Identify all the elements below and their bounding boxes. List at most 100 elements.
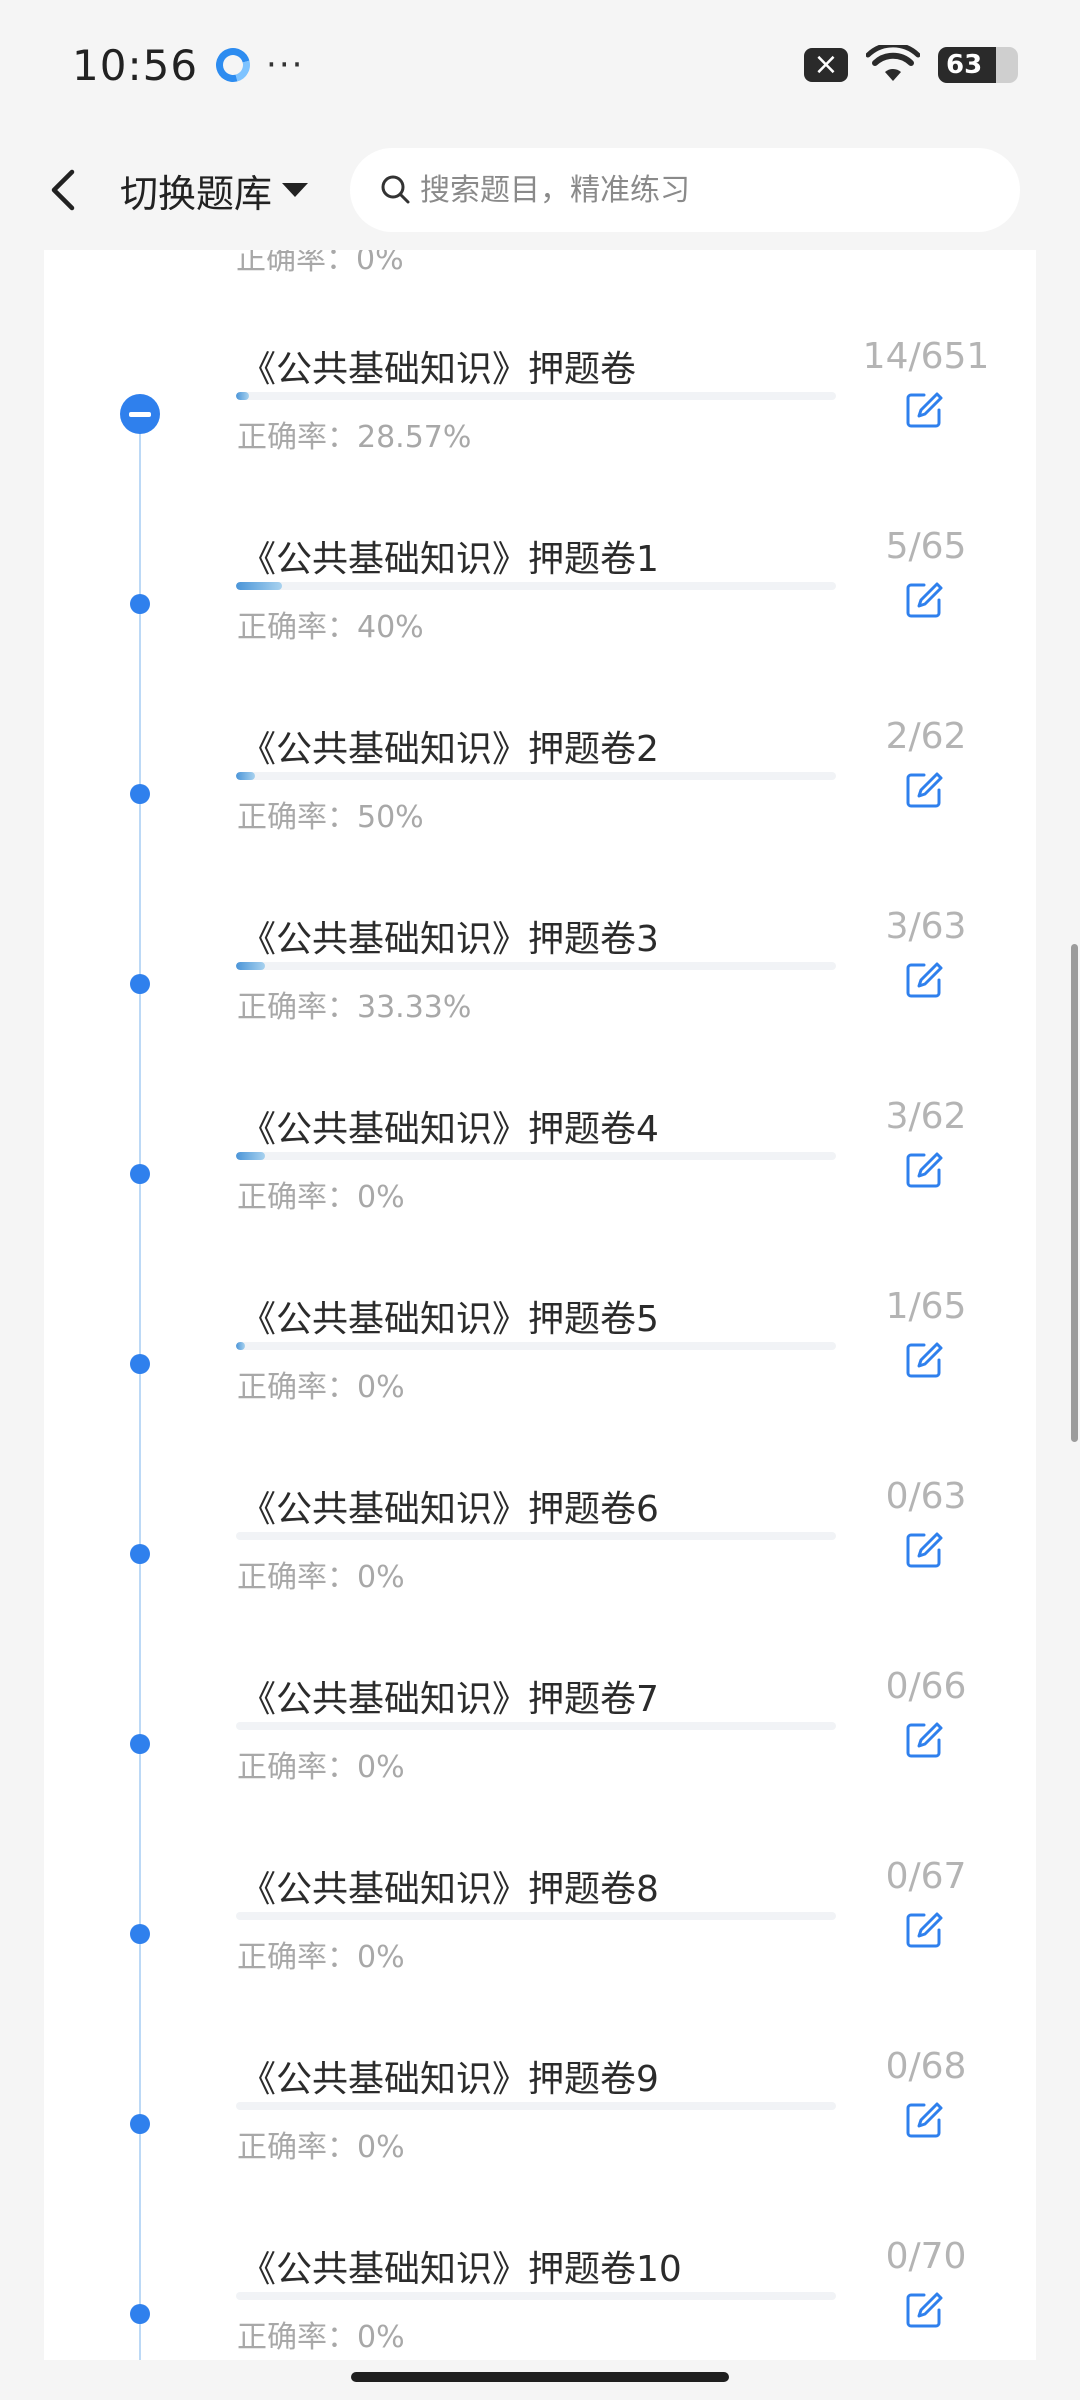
status-indicators: × 63 bbox=[804, 45, 1018, 85]
answered-count: 14/651 bbox=[862, 336, 990, 377]
exam-paper-title: 《公共基础知识》押题卷8 bbox=[240, 1869, 659, 1910]
progress-bar bbox=[236, 392, 836, 400]
edit-icon[interactable] bbox=[904, 1340, 944, 1380]
exam-paper-title: 《公共基础知识》押题卷6 bbox=[240, 1489, 659, 1530]
accuracy-text: 正确率：40% bbox=[237, 610, 424, 645]
exam-paper-title: 《公共基础知识》押题卷9 bbox=[240, 2059, 659, 2100]
timeline-node bbox=[130, 974, 150, 994]
exam-paper-title: 《公共基础知识》押题卷1 bbox=[240, 539, 659, 580]
header: 切换题库 bbox=[0, 130, 1080, 250]
edit-icon[interactable] bbox=[904, 2290, 944, 2330]
progress-bar bbox=[236, 962, 836, 970]
accuracy-text: 正确率：0% bbox=[237, 1940, 405, 1975]
status-time: 10:56 bbox=[72, 40, 199, 90]
exam-paper-item[interactable]: 《公共基础知识》押题卷1 正确率：40% 5/65 bbox=[44, 526, 1036, 720]
scrollbar[interactable] bbox=[1071, 944, 1078, 1442]
answered-count: 1/65 bbox=[885, 1286, 967, 1327]
answered-count: 0/68 bbox=[885, 2046, 967, 2087]
exam-paper-list: 正确率：0% 《公共基础知识》押题卷 正确率：28.57% 14/651 《公共基础知… bbox=[44, 250, 1036, 2360]
timeline-node bbox=[130, 2304, 150, 2324]
exam-paper-item[interactable]: 《公共基础知识》押题卷4 正确率：0% 3/62 bbox=[44, 1096, 1036, 1290]
answered-count: 0/67 bbox=[885, 1856, 967, 1897]
chevron-left-icon[interactable] bbox=[40, 160, 84, 220]
accuracy-text: 正确率：28.57% bbox=[237, 420, 472, 455]
exam-paper-item[interactable]: 《公共基础知识》押题卷2 正确率：50% 2/62 bbox=[44, 716, 1036, 910]
exam-paper-title: 《公共基础知识》押题卷7 bbox=[240, 1679, 659, 1720]
caret-down-icon bbox=[282, 183, 309, 197]
accuracy-text: 正确率：0% bbox=[236, 250, 404, 277]
accuracy-text: 正确率：0% bbox=[237, 2320, 405, 2355]
timeline-node bbox=[130, 1734, 150, 1754]
edit-icon[interactable] bbox=[904, 770, 944, 810]
accuracy-text: 正确率：0% bbox=[237, 1750, 405, 1785]
exam-paper-item[interactable]: 《公共基础知识》押题卷3 正确率：33.33% 3/63 bbox=[44, 906, 1036, 1100]
wifi-icon bbox=[866, 45, 920, 81]
progress-bar bbox=[236, 1342, 836, 1350]
progress-fill bbox=[236, 962, 265, 970]
edit-icon[interactable] bbox=[904, 960, 944, 1000]
timeline-node bbox=[130, 1924, 150, 1944]
exam-paper-title: 《公共基础知识》押题卷 bbox=[240, 349, 637, 390]
battery-icon: 63 bbox=[938, 47, 1018, 83]
answered-count: 2/62 bbox=[885, 716, 967, 757]
no-sim-icon: × bbox=[804, 48, 848, 82]
progress-fill bbox=[236, 1152, 265, 1160]
answered-count: 0/66 bbox=[885, 1666, 967, 1707]
accuracy-text: 正确率：0% bbox=[237, 2130, 405, 2165]
progress-bar bbox=[236, 772, 836, 780]
edit-icon[interactable] bbox=[904, 2100, 944, 2140]
timeline-node bbox=[130, 784, 150, 804]
exam-paper-title: 《公共基础知识》押题卷3 bbox=[240, 919, 659, 960]
progress-bar bbox=[236, 1152, 836, 1160]
exam-paper-item[interactable]: 《公共基础知识》押题卷8 正确率：0% 0/67 bbox=[44, 1856, 1036, 2050]
app-notification-icon bbox=[209, 41, 257, 89]
timeline-node bbox=[130, 1544, 150, 1564]
answered-count: 0/70 bbox=[885, 2236, 967, 2277]
accuracy-text: 正确率：33.33% bbox=[237, 990, 472, 1025]
progress-fill bbox=[236, 772, 256, 780]
search-icon bbox=[381, 175, 410, 204]
switch-bank-label: 切换题库 bbox=[120, 171, 273, 216]
exam-paper-title: 《公共基础知识》押题卷10 bbox=[240, 2249, 682, 2290]
answered-count: 3/63 bbox=[885, 906, 967, 947]
accuracy-text: 正确率：0% bbox=[237, 1560, 405, 1595]
accuracy-text: 正确率：0% bbox=[237, 1180, 405, 1215]
progress-bar bbox=[236, 1722, 836, 1730]
timeline-node bbox=[130, 1354, 150, 1374]
exam-paper-title: 《公共基础知识》押题卷5 bbox=[240, 1299, 659, 1340]
switch-question-bank-button[interactable]: 切换题库 bbox=[120, 163, 309, 218]
edit-icon[interactable] bbox=[904, 1150, 944, 1190]
exam-paper-item[interactable]: 《公共基础知识》押题卷7 正确率：0% 0/66 bbox=[44, 1666, 1036, 1860]
exam-paper-item[interactable]: 《公共基础知识》押题卷5 正确率：0% 1/65 bbox=[44, 1286, 1036, 1480]
exam-paper-item[interactable]: 《公共基础知识》押题卷正确率：28.57% 14/651 bbox=[44, 336, 1036, 530]
search-box[interactable] bbox=[350, 148, 1021, 232]
exam-paper-title: 《公共基础知识》押题卷4 bbox=[240, 1109, 659, 1150]
edit-icon[interactable] bbox=[904, 1910, 944, 1950]
progress-bar bbox=[236, 2102, 836, 2110]
search-input[interactable] bbox=[420, 172, 981, 208]
exam-paper-title: 《公共基础知识》押题卷2 bbox=[240, 729, 659, 770]
progress-bar bbox=[236, 2292, 836, 2300]
exam-paper-item[interactable]: 《公共基础知识》押题卷6 正确率：0% 0/63 bbox=[44, 1476, 1036, 1670]
answered-count: 3/62 bbox=[885, 1096, 967, 1137]
answered-count: 0/63 bbox=[885, 1476, 967, 1517]
answered-count: 5/65 bbox=[885, 526, 967, 567]
accuracy-text: 正确率：0% bbox=[237, 1370, 405, 1405]
edit-icon[interactable] bbox=[904, 580, 944, 620]
edit-icon[interactable] bbox=[904, 1720, 944, 1760]
more-notifications-icon: ··· bbox=[266, 45, 305, 85]
progress-fill bbox=[236, 392, 249, 400]
edit-icon[interactable] bbox=[904, 390, 944, 430]
exam-paper-item[interactable]: 《公共基础知识》押题卷9 正确率：0% 0/68 bbox=[44, 2046, 1036, 2240]
accuracy-text: 正确率：50% bbox=[237, 800, 424, 835]
exam-paper-item[interactable]: 《公共基础知识》押题卷10 正确率：0% 0/70 bbox=[44, 2236, 1036, 2360]
timeline-node bbox=[130, 2114, 150, 2134]
progress-bar bbox=[236, 1532, 836, 1540]
progress-bar bbox=[236, 1912, 836, 1920]
home-indicator[interactable] bbox=[351, 2372, 729, 2382]
edit-icon[interactable] bbox=[904, 1530, 944, 1570]
timeline-node bbox=[130, 594, 150, 614]
progress-fill bbox=[236, 1342, 245, 1350]
status-bar: 10:56 ··· × 63 bbox=[0, 0, 1080, 130]
progress-fill bbox=[236, 582, 283, 590]
